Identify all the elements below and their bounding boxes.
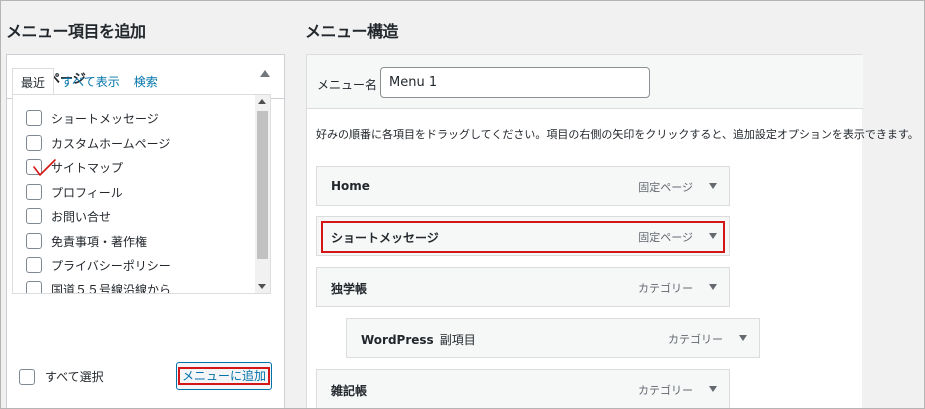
tab-search[interactable]: 検索	[127, 68, 165, 96]
menu-item-wordpress[interactable]: WordPress 副項目 カテゴリー	[346, 318, 760, 358]
scroll-up-arrow-icon[interactable]	[258, 99, 266, 104]
select-all-box[interactable]	[19, 368, 35, 385]
page-checkbox[interactable]	[26, 257, 42, 273]
expand-arrow-icon[interactable]	[709, 233, 717, 239]
menu-item-title: Home	[331, 179, 370, 193]
checklist-scrollbar[interactable]	[255, 95, 270, 293]
page-item-custom-home[interactable]: カスタムホームページ	[26, 132, 170, 154]
sub-item-label: 副項目	[439, 333, 476, 347]
pages-checklist: ショートメッセージ カスタムホームページ サイトマップ プロフィール お問い合せ…	[12, 94, 271, 294]
page-item-route55[interactable]: 国道５５号線沿線から	[26, 278, 172, 294]
page-label: カスタムホームページ	[51, 136, 171, 151]
menu-item-zakki[interactable]: 雑記帳 カテゴリー	[316, 369, 730, 409]
page-item-contact[interactable]: お問い合せ	[26, 205, 111, 227]
page-label: サイトマップ	[51, 160, 124, 175]
page-checkbox[interactable]	[26, 184, 42, 200]
collapse-arrow-icon[interactable]	[260, 70, 270, 77]
menu-item-title: 独学帳	[331, 282, 368, 296]
menu-item-type: カテゴリー	[638, 282, 693, 295]
scroll-down-arrow-icon[interactable]	[258, 284, 266, 289]
menu-item-type: カテゴリー	[668, 333, 723, 346]
menu-item-dokugaku[interactable]: 独学帳 カテゴリー	[316, 267, 730, 307]
expand-arrow-icon[interactable]	[709, 284, 717, 290]
menu-name-label: メニュー名	[317, 78, 378, 92]
page-label: プライバシーポリシー	[51, 258, 171, 273]
page-label: お問い合せ	[51, 209, 112, 224]
menu-name-bar: メニュー名	[307, 55, 863, 109]
page-label: 免責事項・著作権	[51, 234, 148, 249]
expand-arrow-icon[interactable]	[709, 386, 717, 392]
menu-item-title: ショートメッセージ	[331, 231, 439, 245]
add-to-menu-label: メニューに追加	[177, 367, 270, 385]
page-item-short-message[interactable]: ショートメッセージ	[26, 107, 159, 129]
menu-item-title-text: WordPress	[361, 333, 434, 347]
menu-item-home[interactable]: Home 固定ページ	[316, 166, 730, 206]
page-item-disclaimer[interactable]: 免責事項・著作権	[26, 230, 147, 252]
select-all-label: すべて選択	[45, 370, 104, 384]
page-item-profile[interactable]: プロフィール	[26, 181, 123, 203]
drag-instructions: 好みの順番に各項目をドラッグしてください。項目の右側の矢印をクリックすると、追加…	[316, 128, 919, 141]
menu-item-title: WordPress 副項目	[361, 331, 476, 348]
page-label: 国道５５号線沿線から	[51, 282, 172, 294]
page-checkbox[interactable]	[26, 233, 42, 249]
expand-arrow-icon[interactable]	[709, 183, 717, 189]
page-label: プロフィール	[51, 185, 123, 200]
red-checkmark-icon	[33, 159, 56, 176]
page-checkbox[interactable]	[26, 281, 42, 293]
page-checkbox[interactable]	[26, 135, 42, 151]
menu-name-input[interactable]	[380, 67, 650, 98]
scroll-thumb[interactable]	[257, 111, 268, 259]
page-item-privacy[interactable]: プライバシーポリシー	[26, 254, 171, 276]
pages-tabs: 最近 すべて表示 検索	[12, 68, 165, 96]
page-label: ショートメッセージ	[51, 111, 159, 126]
select-all-checkbox[interactable]: すべて選択	[19, 368, 104, 385]
page-checkbox[interactable]	[26, 110, 42, 126]
menu-item-type: 固定ページ	[638, 181, 693, 194]
expand-arrow-icon[interactable]	[739, 335, 747, 341]
tab-view-all[interactable]: すべて表示	[54, 68, 127, 96]
menu-item-short-message[interactable]: ショートメッセージ 固定ページ	[316, 216, 730, 256]
add-menu-items-title: メニュー項目を追加	[6, 22, 146, 41]
add-to-menu-button[interactable]: メニューに追加	[176, 362, 272, 390]
menu-item-type: カテゴリー	[638, 384, 693, 397]
tab-recent[interactable]: 最近	[12, 68, 55, 96]
page-checkbox[interactable]	[26, 208, 42, 224]
menu-item-type: 固定ページ	[638, 231, 693, 244]
menu-item-title: 雑記帳	[331, 384, 368, 398]
menu-structure-title: メニュー構造	[305, 22, 399, 41]
